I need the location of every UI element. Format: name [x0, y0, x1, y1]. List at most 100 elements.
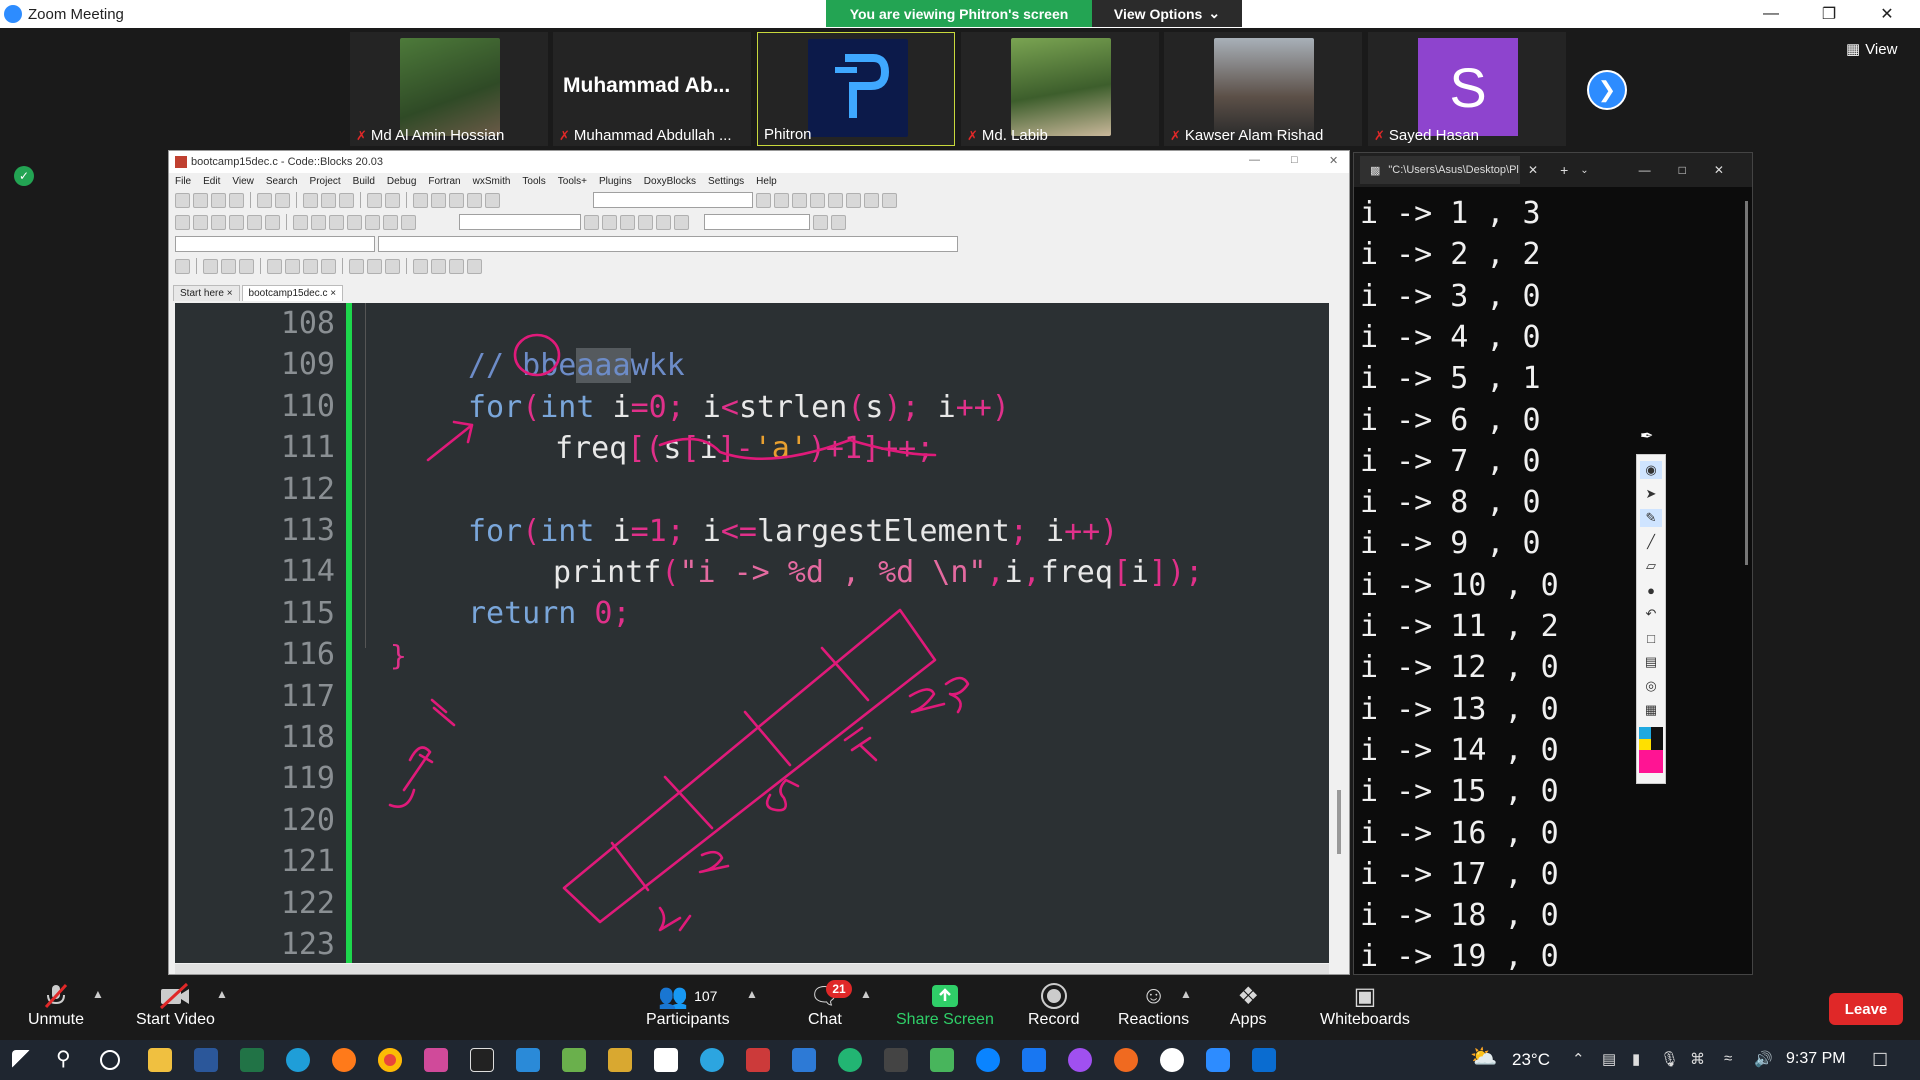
restore-button[interactable]: ❐ [1806, 0, 1852, 28]
tools-icon[interactable] [401, 214, 416, 230]
menu-item-tools[interactable]: Tools [522, 176, 545, 187]
edge-icon[interactable] [286, 1048, 310, 1072]
menu-item-file[interactable]: File [175, 176, 191, 187]
terminal-tab[interactable]: ▩ "C:\Users\Asus\Desktop\Pl [1360, 156, 1520, 184]
frame-icon[interactable] [221, 258, 236, 274]
term-minimize-button[interactable]: — [1639, 163, 1651, 177]
wifi-icon[interactable]: ≈ [1724, 1050, 1732, 1067]
select-arrow-icon[interactable]: ➤ [1640, 485, 1662, 503]
function-combo[interactable] [378, 236, 958, 252]
participant-tile[interactable]: ✗ Kawser Alam Rishad [1164, 32, 1362, 146]
doxy-extract-icon[interactable] [365, 214, 380, 230]
align-right-icon[interactable] [385, 258, 400, 274]
zoom-in-icon[interactable] [413, 258, 428, 274]
app-icon[interactable] [1160, 1048, 1184, 1072]
term-close-button[interactable]: ✕ [1714, 163, 1724, 177]
debug-windows-icon[interactable] [864, 192, 879, 208]
grammarly-icon[interactable] [838, 1048, 862, 1072]
undo-icon[interactable] [257, 192, 272, 208]
cut-icon[interactable] [303, 192, 318, 208]
rebuild-icon[interactable] [467, 192, 482, 208]
run-icon[interactable] [431, 192, 446, 208]
find-icon[interactable] [367, 192, 382, 208]
participant-tile[interactable]: ✗ Md Al Amin Hossian [350, 32, 548, 146]
undo-icon[interactable]: ↶ [1640, 605, 1662, 623]
save-icon[interactable]: ▦ [1640, 701, 1662, 719]
start-video-button[interactable]: Start Video [136, 981, 215, 1029]
tab-close-icon[interactable]: ✕ [1528, 163, 1538, 177]
scope-combo[interactable] [175, 236, 375, 252]
reactions-button[interactable]: ☺ Reactions [1118, 981, 1189, 1029]
chat-caret-icon[interactable]: ▲ [860, 987, 872, 1001]
file-explorer-icon[interactable] [148, 1048, 172, 1072]
menu-item-help[interactable]: Help [756, 176, 777, 187]
app-icon[interactable] [976, 1048, 1000, 1072]
next-page-arrow-icon[interactable]: ❯ [1587, 70, 1627, 110]
menu-item-wxsmith[interactable]: wxSmith [473, 176, 511, 187]
bookmark-icon[interactable] [211, 214, 226, 230]
next-bookmark-icon[interactable] [247, 214, 262, 230]
menu-item-debug[interactable]: Debug [387, 176, 416, 187]
whiteboards-button[interactable]: ▣ Whiteboards [1320, 981, 1410, 1029]
abc-icon[interactable] [656, 214, 671, 230]
panel-icon[interactable] [203, 258, 218, 274]
doxy-config-icon[interactable] [347, 214, 362, 230]
debug-run-icon[interactable] [756, 192, 771, 208]
tab-bootcamp15dec[interactable]: bootcamp15dec.c × [241, 285, 344, 301]
debug-stop-icon[interactable] [846, 192, 861, 208]
doxy-icon[interactable] [329, 214, 344, 230]
editor-scrollbar-thumb[interactable] [1337, 790, 1341, 854]
term-maximize-button[interactable]: □ [1679, 163, 1686, 177]
build-run-icon[interactable] [449, 192, 464, 208]
dot-icon[interactable]: ● [1640, 581, 1662, 599]
menu-item-view[interactable]: View [232, 176, 254, 187]
view-options-button[interactable]: View Options ⌄ [1092, 0, 1242, 27]
s-icon[interactable] [449, 258, 464, 274]
terminal-taskbar-icon[interactable] [884, 1048, 908, 1072]
sizer-icon[interactable] [267, 258, 282, 274]
debug-break-icon[interactable] [828, 192, 843, 208]
notion-icon[interactable] [654, 1048, 678, 1072]
participants-caret-icon[interactable]: ▲ [746, 987, 758, 1001]
zoom-search-icon[interactable] [813, 214, 828, 230]
terminal-scrollbar[interactable] [1745, 201, 1748, 565]
battery-icon[interactable]: ▮ [1632, 1050, 1640, 1068]
prev-bookmark-icon[interactable] [229, 214, 244, 230]
comment-icon[interactable] [293, 214, 308, 230]
save-icon[interactable] [211, 192, 226, 208]
box-sizer-icon[interactable] [285, 258, 300, 274]
redo-icon[interactable] [275, 192, 290, 208]
align-left-icon[interactable] [349, 258, 364, 274]
app-icon[interactable] [562, 1048, 586, 1072]
video-options-caret-icon[interactable]: ▲ [216, 987, 228, 1001]
camera-icon[interactable]: ◎ [1640, 677, 1662, 695]
debug-next-icon[interactable] [792, 192, 807, 208]
messenger-icon[interactable] [1068, 1048, 1092, 1072]
copy-icon[interactable] [321, 192, 336, 208]
scope-select[interactable] [459, 214, 581, 230]
eye-icon[interactable]: ◉ [1640, 461, 1662, 479]
horizontal-scrollbar[interactable] [175, 964, 1329, 974]
tray-chevron-icon[interactable]: ⌃ [1572, 1050, 1585, 1068]
vscode-icon[interactable] [516, 1048, 540, 1072]
clear-icon[interactable]: ▤ [1640, 653, 1662, 671]
save-all-icon[interactable] [229, 192, 244, 208]
c-icon[interactable] [467, 258, 482, 274]
jump-back-icon[interactable] [175, 214, 190, 230]
build-target-select[interactable] [593, 192, 753, 208]
abort-icon[interactable] [485, 192, 500, 208]
pycharm-icon[interactable] [470, 1048, 494, 1072]
menu-item-edit[interactable]: Edit [203, 176, 220, 187]
word-icon[interactable] [194, 1048, 218, 1072]
debug-stepout-icon[interactable] [810, 192, 825, 208]
windows-start-icon[interactable] [12, 1050, 32, 1070]
paste-icon[interactable] [339, 192, 354, 208]
color-palette[interactable] [1639, 727, 1663, 773]
flex-sizer-icon[interactable] [321, 258, 336, 274]
participant-tile[interactable]: ✗ Md. Labib [961, 32, 1159, 146]
dialog-icon[interactable] [239, 258, 254, 274]
app-icon[interactable] [930, 1048, 954, 1072]
menu-item-doxyblocks[interactable]: DoxyBlocks [644, 176, 696, 187]
cb-close-button[interactable]: ✕ [1329, 154, 1338, 167]
unmute-button[interactable]: Unmute [28, 981, 84, 1029]
